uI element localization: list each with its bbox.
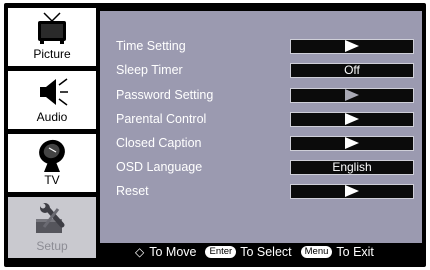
- select-hint: To Select: [240, 245, 292, 259]
- setup-menu-panel: Time Setting Sleep Timer Off Password Se…: [100, 11, 422, 243]
- right-arrow-icon: [345, 89, 359, 101]
- right-arrow-icon: [345, 137, 359, 149]
- menu-item-reset[interactable]: Reset: [100, 181, 422, 201]
- exit-hint: To Exit: [336, 245, 374, 259]
- menu-item-label: Time Setting: [116, 39, 186, 53]
- right-arrow-icon: [345, 113, 359, 125]
- osd-language-value[interactable]: English: [290, 159, 414, 175]
- enter-arrow-button[interactable]: [290, 38, 414, 54]
- enter-arrow-button[interactable]: [290, 183, 414, 199]
- menu-item-label: OSD Language: [116, 160, 203, 174]
- speaker-icon: [34, 75, 70, 114]
- help-bar: ◇ To Move Enter To Select Menu To Exit: [100, 243, 422, 261]
- sidebar: Picture Audio TV Setup: [7, 7, 97, 259]
- menu-item-sleep-timer[interactable]: Sleep Timer Off: [100, 60, 422, 80]
- tv-icon: [34, 12, 70, 49]
- menu-item-label: Reset: [116, 184, 149, 198]
- tab-label: Picture: [33, 47, 71, 61]
- satellite-dish-icon: [34, 138, 70, 179]
- menu-item-label: Sleep Timer: [116, 63, 183, 77]
- enter-key-icon: Enter: [205, 246, 237, 258]
- osd-frame: Picture Audio TV Setup Time Setting Slee…: [4, 3, 426, 267]
- tab-setup[interactable]: Setup: [7, 196, 97, 259]
- menu-item-osd-language[interactable]: OSD Language English: [100, 157, 422, 177]
- right-arrow-icon: [345, 185, 359, 197]
- tools-icon: [32, 203, 72, 242]
- menu-item-password-setting[interactable]: Password Setting: [100, 85, 422, 105]
- right-arrow-icon: [345, 40, 359, 52]
- menu-item-label: Closed Caption: [116, 136, 202, 150]
- move-hint: To Move: [149, 245, 197, 259]
- menu-item-time-setting[interactable]: Time Setting: [100, 36, 422, 56]
- menu-key-icon: Menu: [300, 246, 333, 258]
- enter-arrow-button[interactable]: [290, 135, 414, 151]
- move-arrows-icon: ◇: [135, 245, 145, 259]
- enter-arrow-button[interactable]: [290, 87, 414, 103]
- menu-item-parental-control[interactable]: Parental Control: [100, 109, 422, 129]
- tab-audio[interactable]: Audio: [7, 70, 97, 130]
- tab-picture[interactable]: Picture: [7, 7, 97, 67]
- enter-arrow-button[interactable]: [290, 111, 414, 127]
- menu-item-closed-caption[interactable]: Closed Caption: [100, 133, 422, 153]
- menu-item-label: Password Setting: [116, 88, 214, 102]
- sleep-timer-value[interactable]: Off: [290, 62, 414, 78]
- menu-item-label: Parental Control: [116, 112, 207, 126]
- tab-tv[interactable]: TV: [7, 133, 97, 193]
